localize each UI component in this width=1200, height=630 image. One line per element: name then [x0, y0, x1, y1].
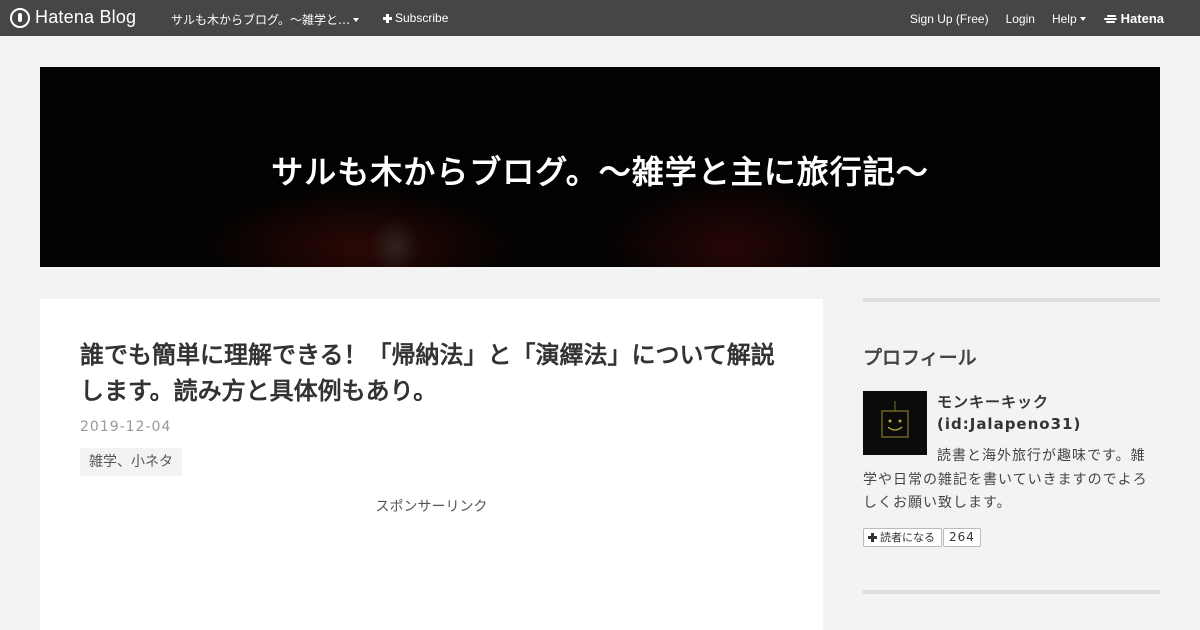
subscribe-button[interactable]: Subscribe — [383, 11, 448, 25]
avatar[interactable] — [863, 391, 927, 455]
category-tag[interactable]: 雑学、小ネタ — [80, 448, 182, 476]
profile-display-name: モンキーキック — [937, 393, 1050, 411]
login-link[interactable]: Login — [1006, 12, 1035, 26]
global-header: Hatena Blog サルも木からブログ。〜雑学と… Subscribe Si… — [0, 0, 1200, 36]
sponsored-link-label: スポンサーリンク — [375, 499, 488, 515]
help-label: Help — [1051, 11, 1077, 26]
hatena-blog-logo-text: Hatena Blog — [35, 7, 137, 27]
profile-description: 読書と海外旅行が趣味です。雑 — [937, 448, 1146, 464]
blog-name-label: サルも木からブログ。〜雑学と… — [171, 13, 351, 27]
chevron-down-icon — [353, 17, 360, 22]
signup-link[interactable]: Sign Up (Free) — [910, 12, 989, 26]
profile-name[interactable]: モンキーキック (id:Jalapeno31) — [937, 391, 1081, 435]
article-date[interactable]: 2019-12-04 — [80, 419, 171, 435]
blog-title[interactable]: サルも木からブログ。〜雑学と主に旅行記〜 — [40, 147, 1160, 193]
hatena-blog-icon — [10, 7, 30, 28]
chevron-down-icon — [1079, 16, 1086, 21]
hatena-logo-text: Hatena — [1120, 11, 1164, 26]
article-card: 誰でも簡単に理解できる！「帰納法」と「演繹法」について解説します。読み方と具体例… — [40, 299, 823, 630]
reader-button-label: 読者になる — [880, 531, 935, 544]
subscribe-label: Subscribe — [395, 11, 449, 25]
hatena-blog-logo[interactable]: Hatena Blog — [10, 7, 136, 28]
help-menu[interactable]: Help — [1052, 12, 1086, 26]
profile-heading: プロフィール — [863, 347, 977, 369]
sidebar-divider — [863, 590, 1160, 594]
hatena-mark-icon — [1103, 14, 1118, 24]
subscribe-reader-button[interactable]: 読者になる — [863, 528, 942, 547]
plus-icon — [868, 533, 877, 542]
blog-name-menu[interactable]: サルも木からブログ。〜雑学と… — [171, 11, 360, 28]
blog-header-banner[interactable]: サルも木からブログ。〜雑学と主に旅行記〜 — [40, 67, 1160, 267]
profile-description: 学や日常の雑記を書いていきますのでよろしくお願い致します。 — [863, 472, 1148, 511]
hatena-logo[interactable]: Hatena — [1103, 11, 1164, 26]
profile-id: (id:Jalapeno31) — [937, 415, 1082, 433]
article-title[interactable]: 誰でも簡単に理解できる！「帰納法」と「演繹法」について解説します。読み方と具体例… — [80, 337, 780, 409]
global-header-right: Sign Up (Free) Login Help Hatena — [893, 11, 1164, 26]
reader-count-badge: 264 — [943, 528, 981, 547]
banner-background-decoration — [370, 217, 420, 267]
plus-icon — [383, 13, 392, 23]
sidebar-divider — [863, 298, 1160, 302]
banner-background-decoration — [200, 187, 520, 267]
